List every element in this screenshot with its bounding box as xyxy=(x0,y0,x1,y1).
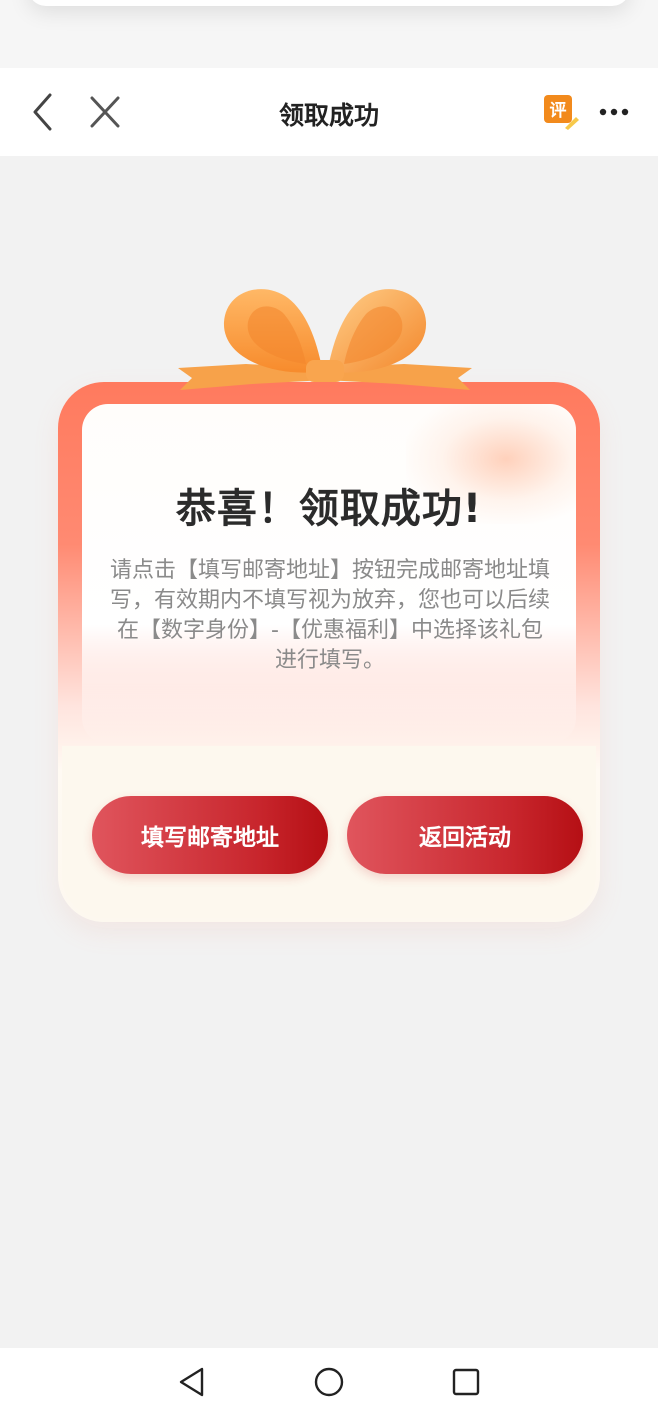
triangle-back-icon[interactable] xyxy=(176,1366,208,1398)
review-icon[interactable]: 评 xyxy=(543,94,579,130)
gift-bow-icon xyxy=(178,289,472,390)
back-to-activity-button[interactable]: 返回活动 xyxy=(347,796,583,874)
gift-card: 恭喜！领取成功! 请点击【填写邮寄地址】按钮完成邮寄地址填写，有效期内不填写视为… xyxy=(58,268,600,928)
card-description: 请点击【填写邮寄地址】按钮完成邮寄地址填写，有效期内不填写视为放弃，您也可以后续… xyxy=(110,558,551,673)
card-title: 恭喜！领取成功! xyxy=(175,486,483,532)
nav-bar: 领取成功 评 xyxy=(0,68,658,156)
top-pill xyxy=(28,0,630,6)
fill-address-button[interactable]: 填写邮寄地址 xyxy=(92,796,328,874)
more-icon[interactable] xyxy=(596,100,632,124)
review-icon-text: 评 xyxy=(550,101,567,121)
square-recents-icon[interactable] xyxy=(450,1366,482,1398)
circle-home-icon[interactable] xyxy=(313,1366,345,1398)
system-nav-bar xyxy=(0,1348,658,1416)
card-notch xyxy=(62,746,596,772)
